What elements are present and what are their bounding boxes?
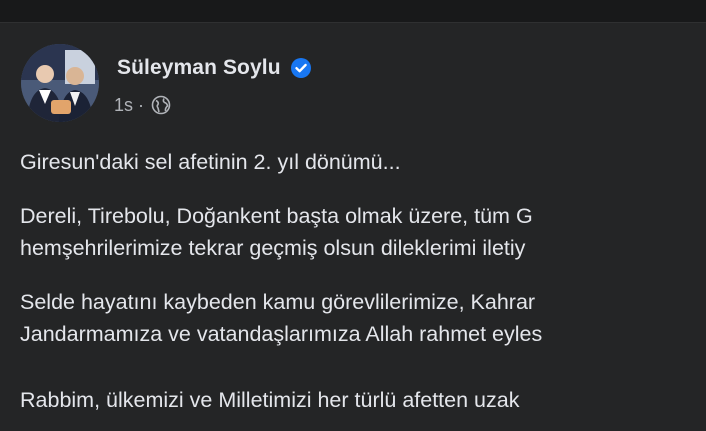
author-name[interactable]: Süleyman Soylu <box>117 56 281 80</box>
post-card-divider <box>0 22 706 23</box>
post-text-line: Jandarmamıza ve vatandaşlarımıza Allah r… <box>20 322 543 346</box>
post-timestamp[interactable]: 1s <box>114 95 133 116</box>
author-avatar[interactable] <box>21 44 99 122</box>
post-text-line: Giresun'daki sel afetinin 2. yıl dönümü.… <box>20 150 401 174</box>
profile-photo-icon <box>21 44 99 122</box>
top-bar <box>0 0 706 22</box>
post-paragraph-2: Dereli, Tirebolu, Doğankent başta olmak … <box>20 200 533 264</box>
meta-separator: · <box>138 94 145 115</box>
post-text-line: Dereli, Tirebolu, Doğankent başta olmak … <box>20 204 533 228</box>
post-meta: 1s · <box>114 93 171 117</box>
globe-icon[interactable] <box>151 95 171 115</box>
post-paragraph-3: Selde hayatını kaybeden kamu görevlileri… <box>20 286 542 350</box>
post-text-line: Rabbim, ülkemizi ve Milletimizi her türl… <box>20 388 520 412</box>
post-text-line: Selde hayatını kaybeden kamu görevlileri… <box>20 290 536 314</box>
post-paragraph-4: Rabbim, ülkemizi ve Milletimizi her türl… <box>20 384 519 416</box>
post-text-line: hemşehrilerimize tekrar geçmiş olsun dil… <box>20 236 526 260</box>
post-paragraph-1: Giresun'daki sel afetinin 2. yıl dönümü.… <box>20 146 401 178</box>
author-row: Süleyman Soylu <box>117 52 312 84</box>
verified-badge-icon <box>290 57 312 79</box>
